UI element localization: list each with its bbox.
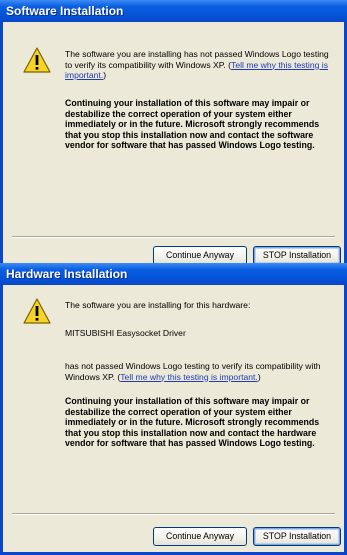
device-name: MITSUBISHI Easysocket Driver (65, 328, 186, 338)
dialog-title: Hardware Installation (0, 263, 347, 285)
hardware-installation-dialog: Hardware Installation The software you a… (0, 263, 347, 555)
separator (12, 513, 335, 515)
compatibility-message: The software you are installing has not … (65, 49, 332, 81)
software-installation-dialog: Software Installation The software you a… (0, 0, 347, 274)
continue-anyway-label: Continue Anyway (166, 531, 234, 541)
message-end: ) (103, 70, 107, 80)
warning-message: Continuing your installation of this sof… (65, 98, 320, 150)
stop-installation-label: STOP Installation (262, 531, 332, 541)
warning-icon (23, 47, 51, 73)
stop-installation-button[interactable]: STOP Installation (253, 527, 341, 546)
message-end: ) (257, 371, 261, 382)
warning-icon (23, 298, 51, 324)
stop-installation-label: STOP Installation (262, 250, 332, 260)
why-testing-important-link[interactable]: Tell me why this testing is important. (120, 372, 258, 382)
separator (12, 236, 335, 238)
dialog-title: Software Installation (0, 0, 347, 22)
warning-message: Continuing your installation of this sof… (65, 396, 320, 448)
continue-anyway-label: Continue Anyway (166, 250, 234, 260)
intro-text: The software you are installing for this… (65, 300, 251, 310)
compatibility-message: has not passed Windows Logo testing to v… (65, 361, 332, 382)
continue-anyway-button[interactable]: Continue Anyway (153, 527, 247, 546)
